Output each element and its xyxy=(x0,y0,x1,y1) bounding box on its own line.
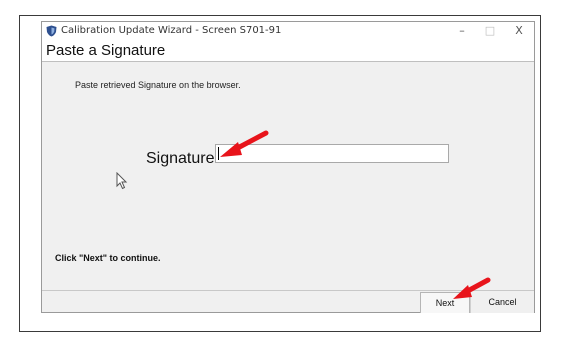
signature-label: Signature : xyxy=(146,150,224,167)
shield-app-icon xyxy=(46,25,57,37)
window-title: Calibration Update Wizard - Screen S701-… xyxy=(61,25,282,36)
annotation-arrow-icon xyxy=(453,277,491,299)
annotation-arrow-icon xyxy=(220,130,269,157)
wizard-header: Paste a Signature xyxy=(42,40,534,62)
page-title: Paste a Signature xyxy=(46,42,166,59)
close-button[interactable]: X xyxy=(508,23,530,39)
instruction-text: Paste retrieved Signature on the browser… xyxy=(75,80,241,90)
title-bar[interactable]: Calibration Update Wizard - Screen S701-… xyxy=(42,22,534,40)
maximize-button[interactable]: □ xyxy=(479,23,501,39)
wizard-window: Calibration Update Wizard - Screen S701-… xyxy=(41,21,535,313)
minimize-button[interactable]: – xyxy=(451,23,473,39)
mouse-pointer-icon xyxy=(116,172,128,190)
continue-instruction: Click "Next" to continue. xyxy=(55,253,161,263)
